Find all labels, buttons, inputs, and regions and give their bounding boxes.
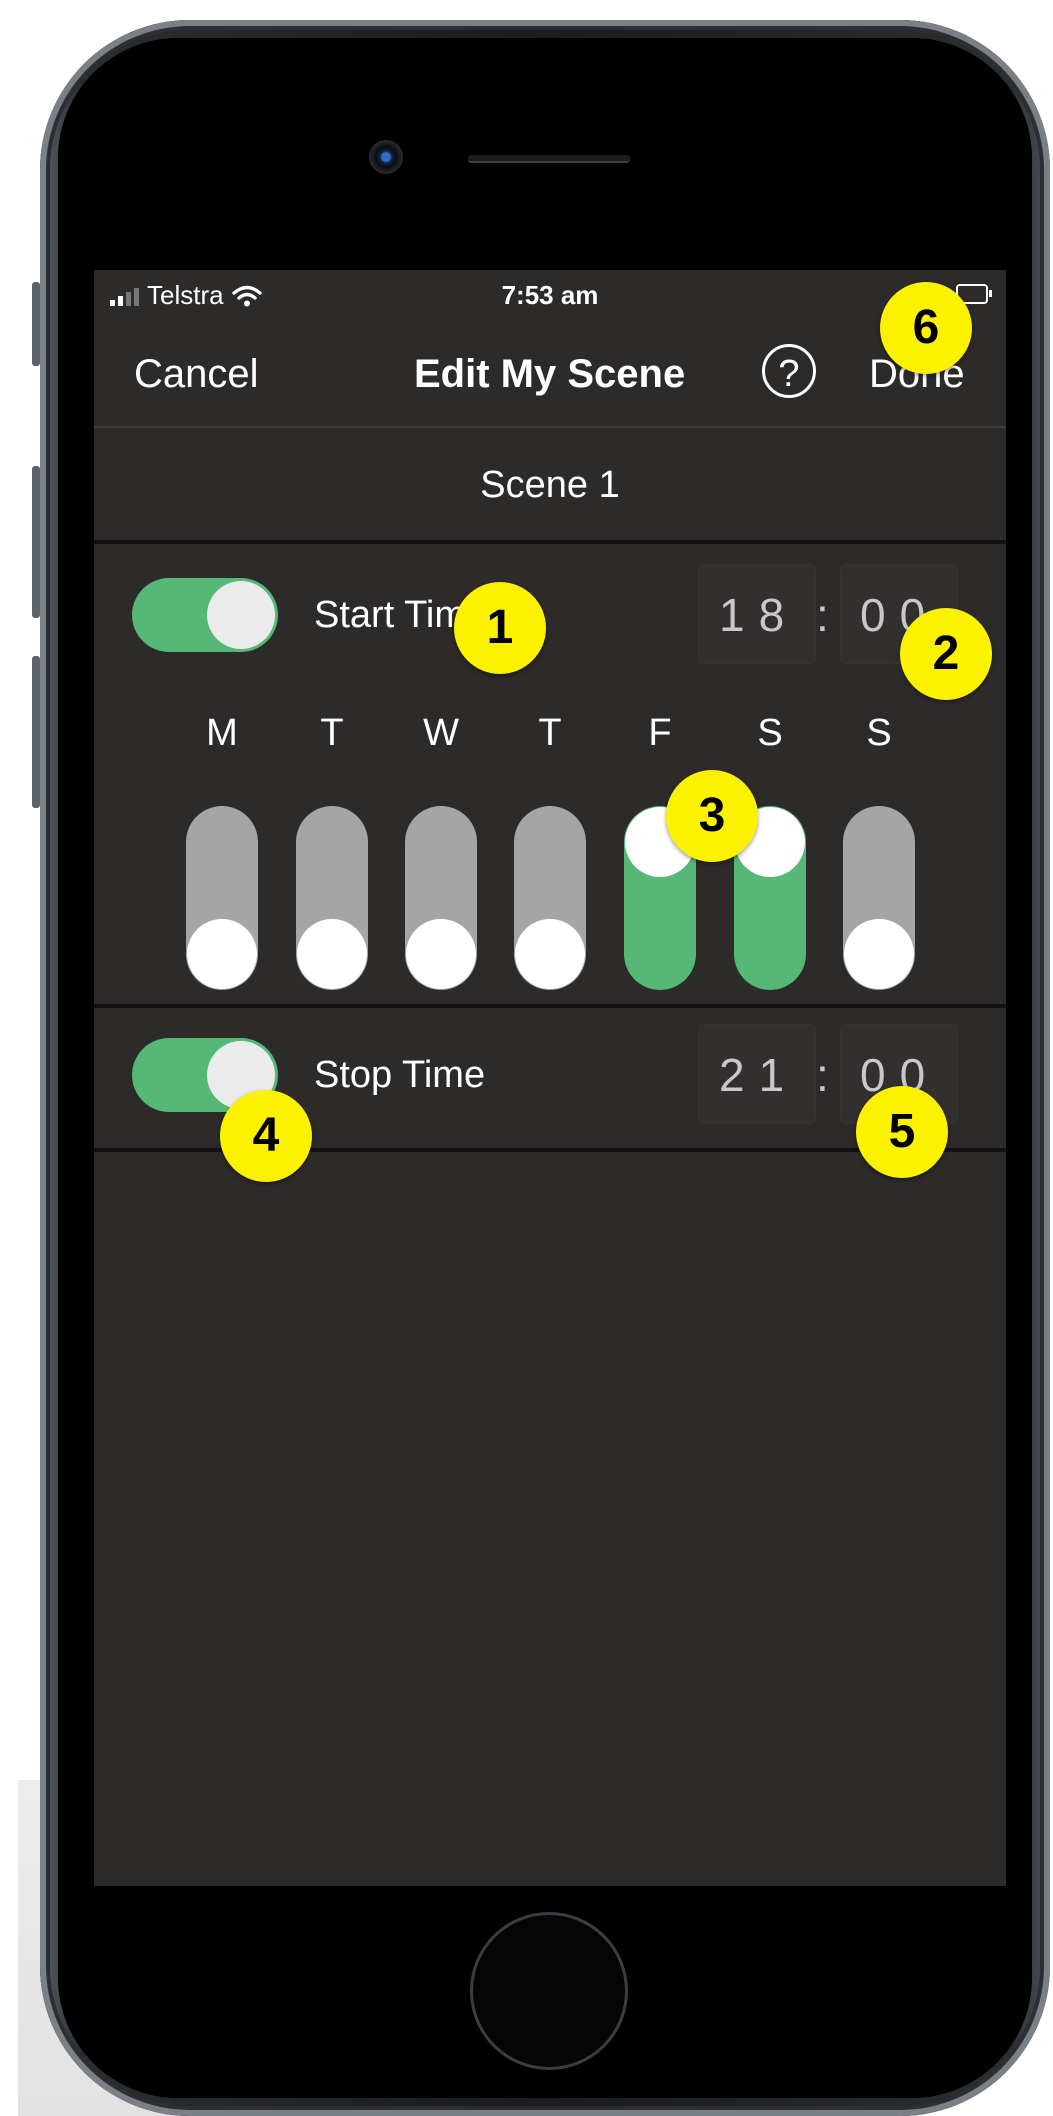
stop-hour: 21 [719,1049,799,1101]
day-label: T [320,712,344,754]
mute-switch [32,282,40,366]
start-time-toggle[interactable] [132,578,278,652]
speaker-grille [468,155,630,163]
status-bar: Telstra 7:53 am [94,270,1006,326]
home-button[interactable] [470,1912,628,2070]
stop-separator: : [816,1049,843,1101]
day-switch-knob [297,919,367,989]
day-switch[interactable] [843,806,915,990]
day-switch[interactable] [296,806,368,990]
callout-5: 5 [856,1086,948,1178]
day-switch[interactable] [186,806,258,990]
nav-bar: Cancel Edit My Scene ? Done [94,326,1006,428]
status-time: 7:53 am [501,280,599,310]
help-icon[interactable]: ? [762,344,816,398]
callout-1: 1 [454,582,546,674]
start-separator: : [816,589,843,641]
day-switch[interactable] [514,806,586,990]
day-label: S [866,712,892,754]
volume-up-button [32,466,40,618]
day-switch-knob [187,919,257,989]
day-label: T [538,712,562,754]
day-switch-knob [844,919,914,989]
scene-name: Scene 1 [480,464,620,506]
app-screen: Telstra 7:53 am Cancel Edit My Scene ? D… [94,270,1006,1886]
day-label: W [423,712,459,754]
page-title: Edit My Scene [414,352,686,396]
start-time-section: Start Time 18 : 00 MTWTFSS [94,544,1006,1008]
stop-time-label: Stop Time [314,1054,486,1096]
day-label: F [648,712,672,754]
camera-icon [369,140,403,174]
start-hour: 18 [719,589,799,641]
callout-2: 2 [900,608,992,700]
day-switch-knob [406,919,476,989]
scene-name-row[interactable]: Scene 1 [94,428,1006,544]
day-label: S [757,712,783,754]
cancel-button[interactable]: Cancel [134,352,259,397]
callout-3: 3 [666,770,758,862]
day-label: M [206,712,238,754]
callout-4: 4 [220,1090,312,1182]
toggle-knob [207,581,275,649]
day-switch-knob [515,919,585,989]
callout-6: 6 [880,282,972,374]
volume-down-button [32,656,40,808]
day-switch[interactable] [405,806,477,990]
